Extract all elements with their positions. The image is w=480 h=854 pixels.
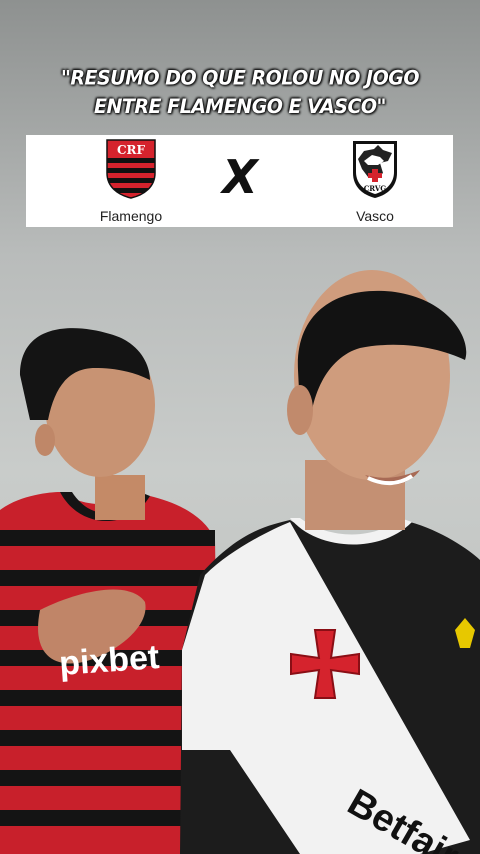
caption-line-2: ENTRE FLAMENGO E VASCO": [94, 95, 386, 119]
vasco-crest-icon: CRVG: [353, 141, 397, 198]
players-illustration: pixbet Betfair: [0, 270, 480, 854]
svg-text:CRVG: CRVG: [364, 184, 387, 193]
video-caption: "RESUMO DO QUE ROLOU NO JOGO ENTRE FLAME…: [0, 65, 480, 122]
flamengo-crest-icon: CRF: [106, 139, 156, 199]
svg-text:CRF: CRF: [117, 143, 146, 157]
team-away-name: Vasco: [356, 208, 394, 224]
team-home: CRF Flamengo: [71, 135, 191, 227]
caption-line-1: "RESUMO DO QUE ROLOU NO JOGO: [60, 66, 420, 90]
video-frame: pixbet Betfair: [0, 230, 480, 854]
vasco-fan: Betfair: [180, 270, 480, 854]
team-home-name: Flamengo: [99, 208, 163, 224]
home-jersey-sponsor: pixbet: [58, 638, 161, 683]
versus-mark: X: [222, 150, 258, 204]
team-away: CRVG Vasco: [315, 135, 435, 227]
match-card: CRF Flamengo X CRVG Vasco: [26, 135, 453, 227]
